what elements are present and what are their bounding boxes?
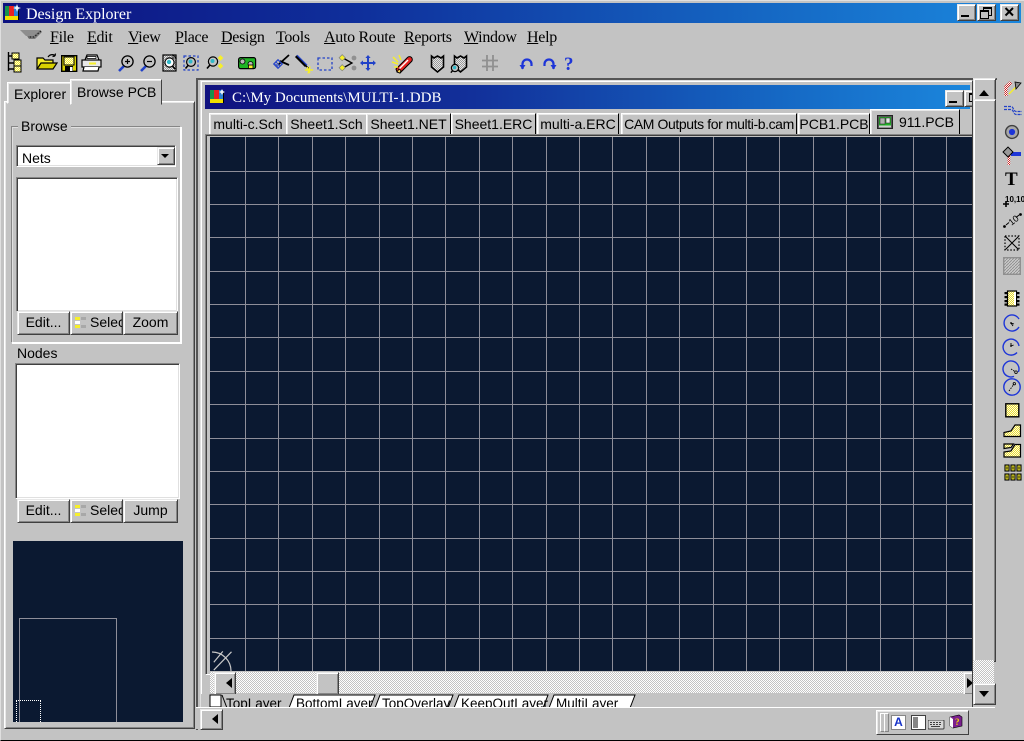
svg-text:?: ? <box>564 54 574 75</box>
svg-text:10,10: 10,10 <box>1005 195 1024 204</box>
svg-text:?: ? <box>955 717 960 727</box>
svg-text:T: T <box>1005 169 1018 190</box>
